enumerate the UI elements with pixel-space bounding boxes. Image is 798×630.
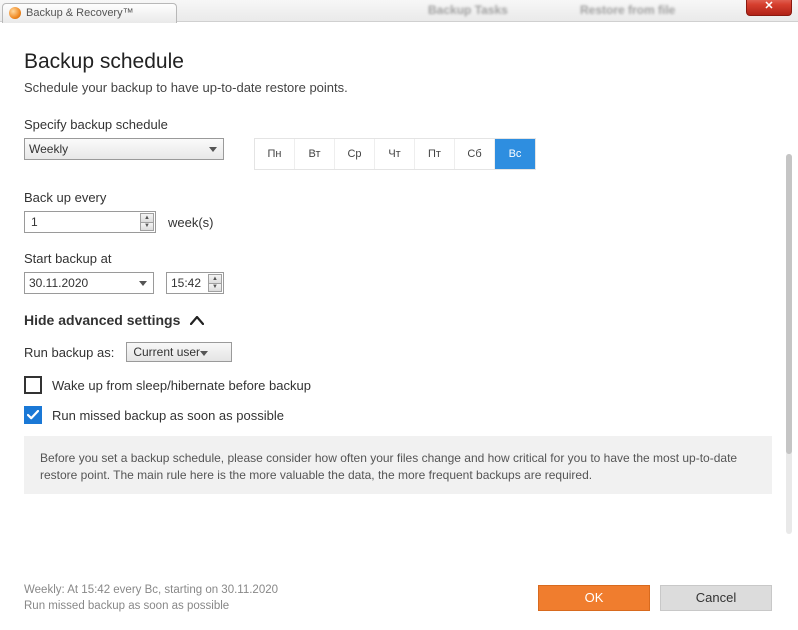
weekday-Вт[interactable]: Вт [295,139,335,169]
scrollbar-thumb[interactable] [786,154,792,454]
advanced-toggle-label: Hide advanced settings [24,312,180,328]
run-as-label: Run backup as: [24,345,114,360]
start-time-input[interactable]: 15:42 ▲ ▼ [166,272,224,294]
dialog-content: Backup schedule Schedule your backup to … [0,22,798,630]
page-title: Backup schedule [24,50,772,74]
chevron-down-icon [205,141,221,157]
page-subtitle: Schedule your backup to have up-to-date … [24,80,772,95]
weekday-Сб[interactable]: Сб [455,139,495,169]
blurred-text: Backup Tasks [428,3,508,17]
weekday-Вс[interactable]: Вс [495,139,535,169]
run-as-select[interactable]: Current user [126,342,232,362]
titlebar: Backup & Recovery™ Backup Tasks Restore … [0,0,798,22]
missed-checkbox[interactable] [24,406,42,424]
cancel-button[interactable]: Cancel [660,585,772,611]
missed-label: Run missed backup as soon as possible [52,408,284,423]
spinner[interactable]: ▲ ▼ [208,274,222,292]
wake-label: Wake up from sleep/hibernate before back… [52,378,311,393]
scrollbar-track[interactable] [786,154,792,534]
check-icon [27,410,39,420]
start-date-value: 30.11.2020 [29,276,88,290]
spin-up-icon[interactable]: ▲ [140,213,154,222]
wake-checkbox[interactable] [24,376,42,394]
backup-every-label: Back up every [24,190,772,205]
run-as-value: Current user [133,345,200,359]
backup-every-input[interactable]: 1 ▲ ▼ [24,211,156,233]
blurred-text: Restore from file [580,3,675,17]
schedule-summary: Weekly: At 15:42 every Вс, starting on 3… [24,582,278,614]
backup-every-value: 1 [31,215,38,229]
schedule-label: Specify backup schedule [24,117,772,132]
footer: Weekly: At 15:42 every Вс, starting on 3… [0,582,798,614]
start-at-label: Start backup at [24,251,772,266]
spin-up-icon[interactable]: ▲ [208,274,222,283]
app-icon [9,7,21,19]
schedule-mode-select[interactable]: Weekly [24,138,224,160]
chevron-down-icon [200,345,208,359]
summary-line: Weekly: At 15:42 every Вс, starting on 3… [24,582,278,598]
app-tab[interactable]: Backup & Recovery™ [2,3,177,23]
ok-button[interactable]: OK [538,585,650,611]
summary-line: Run missed backup as soon as possible [24,598,278,614]
chevron-down-icon [135,275,151,291]
weekday-Чт[interactable]: Чт [375,139,415,169]
weekday-Пн[interactable]: Пн [255,139,295,169]
weekday-picker: ПнВтСрЧтПтСбВс [254,138,536,170]
info-box: Before you set a backup schedule, please… [24,436,772,494]
tab-label: Backup & Recovery™ [26,7,134,19]
spin-down-icon[interactable]: ▼ [208,283,222,293]
close-icon: ✕ [764,0,773,12]
chevron-up-icon [190,312,204,328]
backup-every-unit: week(s) [168,215,214,230]
spin-down-icon[interactable]: ▼ [140,222,154,232]
window-close-button[interactable]: ✕ [746,0,792,16]
advanced-toggle[interactable]: Hide advanced settings [24,312,772,328]
spinner[interactable]: ▲ ▼ [140,213,154,231]
schedule-mode-value: Weekly [29,142,68,156]
weekday-Ср[interactable]: Ср [335,139,375,169]
start-date-input[interactable]: 30.11.2020 [24,272,154,294]
weekday-Пт[interactable]: Пт [415,139,455,169]
start-time-value: 15:42 [171,276,201,290]
